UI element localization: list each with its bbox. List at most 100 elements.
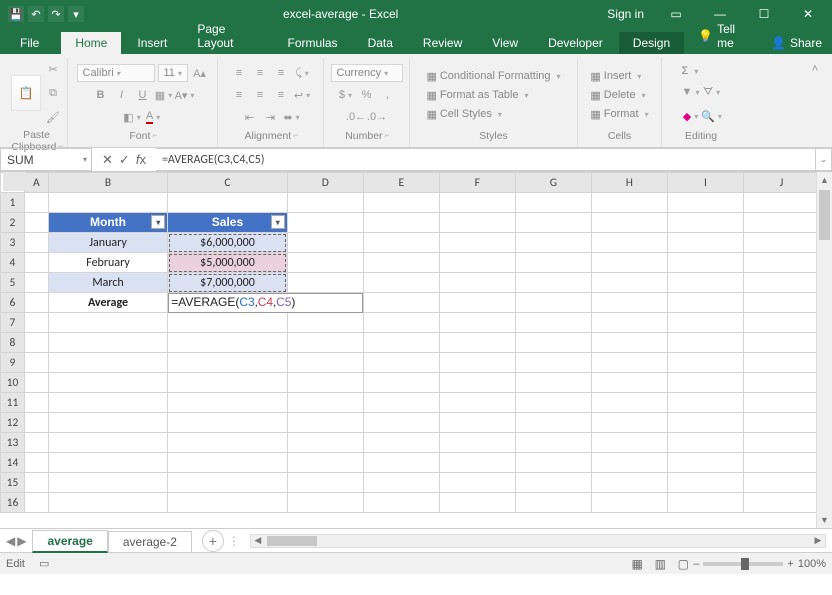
cell-c6-editing[interactable]: =AVERAGE(C3,C4,C5) (168, 293, 364, 313)
align-bottom-icon[interactable]: ≡ (272, 64, 290, 82)
redo-icon[interactable]: ↷ (48, 6, 64, 22)
fx-icon[interactable]: fx (136, 152, 146, 167)
cut-icon[interactable]: ✂ (44, 60, 62, 78)
zoom-control[interactable]: – + 100% (693, 558, 826, 570)
tab-insert[interactable]: Insert (123, 32, 181, 54)
new-sheet-button[interactable]: + (202, 530, 224, 552)
insert-cells-button[interactable]: ▦Insert (590, 70, 641, 83)
cell-b6[interactable]: Average (48, 293, 167, 313)
italic-icon[interactable]: I (113, 86, 131, 104)
align-right-icon[interactable]: ≡ (272, 86, 290, 104)
row-header[interactable]: 12 (1, 413, 25, 433)
align-center-icon[interactable]: ≡ (251, 86, 269, 104)
row-header[interactable]: 15 (1, 473, 25, 493)
col-header[interactable]: H (591, 173, 667, 193)
sheet-tab-average-2[interactable]: average-2 (108, 531, 192, 552)
row-header[interactable]: 7 (1, 313, 25, 333)
sheet-nav-prev-icon[interactable]: ◀ (6, 534, 15, 548)
tab-page-layout[interactable]: Page Layout (183, 18, 271, 54)
tell-me-button[interactable]: 💡Tell me (688, 18, 759, 54)
close-button[interactable]: ✕ (786, 0, 830, 28)
conditional-formatting-button[interactable]: ▦Conditional Formatting (426, 70, 560, 83)
zoom-level[interactable]: 100% (798, 558, 826, 570)
scroll-down-icon[interactable]: ▼ (817, 512, 832, 528)
filter-icon[interactable]: ▾ (271, 215, 285, 229)
decrease-indent-icon[interactable]: ⇤ (241, 108, 259, 126)
tab-data[interactable]: Data (354, 32, 407, 54)
currency-icon[interactable]: $ (337, 86, 355, 104)
collapse-ribbon-icon[interactable]: ˄ (806, 60, 824, 78)
table-header-sales[interactable]: Sales▾ (168, 213, 287, 233)
border-icon[interactable]: ▦ (155, 86, 173, 104)
bold-icon[interactable]: B (92, 86, 110, 104)
cell-b3[interactable]: January (48, 233, 167, 253)
format-cells-button[interactable]: ▦Format (590, 108, 648, 121)
row-header[interactable]: 16 (1, 493, 25, 513)
scroll-right-icon[interactable]: ▶ (811, 535, 825, 546)
font-color-icon[interactable]: A (144, 108, 162, 126)
zoom-in-icon[interactable]: + (787, 558, 793, 570)
delete-cells-button[interactable]: ▦Delete (590, 89, 645, 102)
increase-font-icon[interactable]: A▴ (191, 64, 209, 82)
table-header-month[interactable]: Month▾ (48, 213, 167, 233)
tab-file[interactable]: File (10, 32, 59, 54)
normal-view-icon[interactable]: ▦ (627, 557, 647, 571)
row-header[interactable]: 8 (1, 333, 25, 353)
font-name-select[interactable]: Calibri (77, 64, 155, 82)
cell-c5[interactable]: $7,000,000 (168, 273, 287, 293)
qat-customize-icon[interactable]: ▾ (68, 6, 84, 22)
horizontal-scrollbar[interactable]: ◀ ▶ (250, 534, 826, 548)
font-size-select[interactable]: 11 (158, 64, 188, 82)
merge-icon[interactable]: ⬌ (283, 108, 301, 126)
page-layout-view-icon[interactable]: ▥ (650, 557, 670, 571)
increase-indent-icon[interactable]: ⇥ (262, 108, 280, 126)
row-header[interactable]: 2 (1, 213, 25, 233)
autosum-button[interactable]: Σ (682, 65, 699, 77)
zoom-slider[interactable] (703, 562, 783, 566)
col-header[interactable]: D (287, 173, 363, 193)
tab-design[interactable]: Design (619, 32, 684, 54)
wrap-text-icon[interactable]: ↩ (293, 86, 311, 104)
col-header[interactable]: A (24, 173, 48, 193)
save-icon[interactable]: 💾 (8, 6, 24, 22)
scroll-up-icon[interactable]: ▲ (817, 172, 832, 188)
cell-c3[interactable]: $6,000,000 (168, 233, 287, 253)
row-header[interactable]: 5 (1, 273, 25, 293)
format-painter-icon[interactable]: 🖌 (44, 108, 62, 126)
cell-b4[interactable]: February (48, 253, 167, 273)
clear-button[interactable]: ◆ (682, 107, 700, 125)
row-header[interactable]: 11 (1, 393, 25, 413)
sheet-nav-next-icon[interactable]: ▶ (17, 534, 26, 548)
share-button[interactable]: 👤Share (761, 32, 832, 54)
number-format-select[interactable]: Currency (331, 64, 403, 82)
align-left-icon[interactable]: ≡ (230, 86, 248, 104)
row-header[interactable]: 6 (1, 293, 25, 313)
zoom-out-icon[interactable]: – (693, 558, 699, 570)
decrease-decimal-icon[interactable]: .0→ (368, 108, 386, 126)
row-header[interactable]: 9 (1, 353, 25, 373)
row-header[interactable]: 4 (1, 253, 25, 273)
sheet-split-icon[interactable]: ⋮ (224, 534, 244, 548)
cell-styles-button[interactable]: ▦Cell Styles (426, 108, 501, 121)
col-header[interactable]: C (168, 173, 287, 193)
col-header[interactable]: J (743, 173, 819, 193)
cell-b5[interactable]: March (48, 273, 167, 293)
enter-formula-icon[interactable]: ✓ (119, 152, 130, 168)
select-all-corner[interactable] (3, 172, 27, 192)
col-header[interactable]: F (439, 173, 515, 193)
col-header[interactable]: E (363, 173, 439, 193)
macro-record-icon[interactable]: ▭ (39, 557, 49, 570)
cell-c4[interactable]: $5,000,000 (168, 253, 287, 273)
percent-icon[interactable]: % (358, 86, 376, 104)
fill-button[interactable]: ▼ (682, 83, 700, 101)
align-top-icon[interactable]: ≡ (230, 64, 248, 82)
name-box[interactable]: SUM (0, 148, 92, 171)
orientation-icon[interactable]: ⤹ (293, 64, 311, 82)
underline-icon[interactable]: U (134, 86, 152, 104)
tab-review[interactable]: Review (409, 32, 476, 54)
col-header[interactable]: B (48, 173, 167, 193)
tab-home[interactable]: Home (61, 32, 121, 54)
sheet-tab-average[interactable]: average (32, 530, 107, 553)
tab-developer[interactable]: Developer (534, 32, 617, 54)
paste-icon[interactable]: 📋 (11, 75, 41, 111)
